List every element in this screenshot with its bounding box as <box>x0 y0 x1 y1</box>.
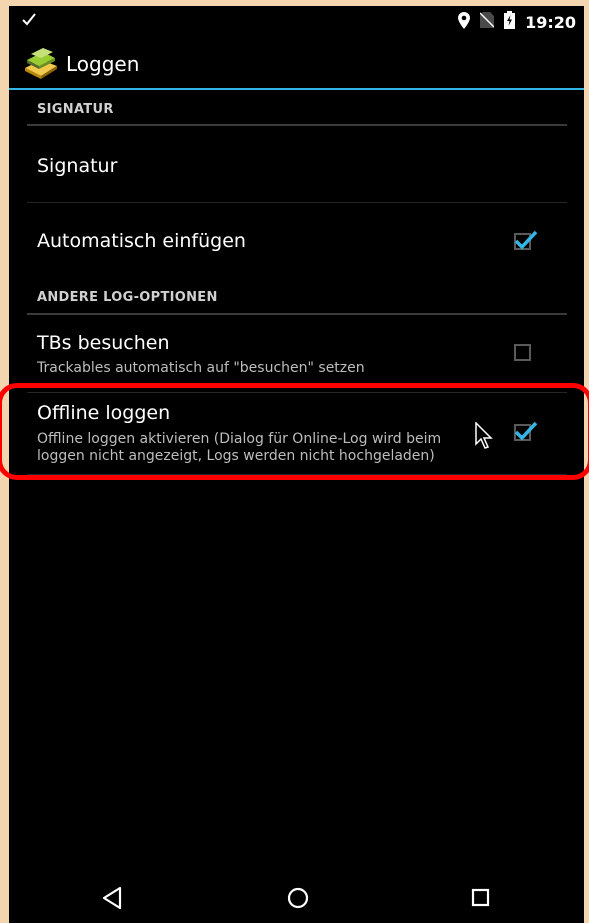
highlight-annotation <box>0 383 589 480</box>
check-icon <box>21 11 37 31</box>
category-header-signatur: SIGNATUR <box>37 102 114 117</box>
category-divider <box>27 313 567 315</box>
pref-auto-insert-title: Automatisch einfügen <box>37 230 246 252</box>
category-header-other-log-options: ANDERE LOG-OPTIONEN <box>37 290 218 305</box>
category-divider <box>27 124 567 126</box>
status-time: 19:20 <box>525 12 576 32</box>
pref-visit-tbs-summary: Trackables automatisch auf "besuchen" se… <box>37 360 365 376</box>
status-icons: 19:20 <box>458 11 576 33</box>
visit-tbs-checkbox[interactable] <box>514 344 531 361</box>
divider <box>27 202 567 203</box>
location-icon <box>458 11 471 33</box>
recents-icon[interactable] <box>470 886 492 914</box>
back-icon[interactable] <box>101 886 123 914</box>
auto-insert-checkbox[interactable] <box>514 230 538 250</box>
app-icon[interactable] <box>23 46 59 84</box>
battery-icon <box>504 11 516 33</box>
pref-signatur-title: Signatur <box>37 155 118 177</box>
page-title: Loggen <box>66 52 140 76</box>
no-sim-icon <box>479 12 495 32</box>
status-bar: 19:20 <box>9 6 584 36</box>
action-bar: Loggen <box>9 36 584 90</box>
navigation-bar <box>9 876 584 923</box>
pref-visit-tbs-title: TBs besuchen <box>37 332 170 354</box>
home-icon[interactable] <box>286 886 310 914</box>
